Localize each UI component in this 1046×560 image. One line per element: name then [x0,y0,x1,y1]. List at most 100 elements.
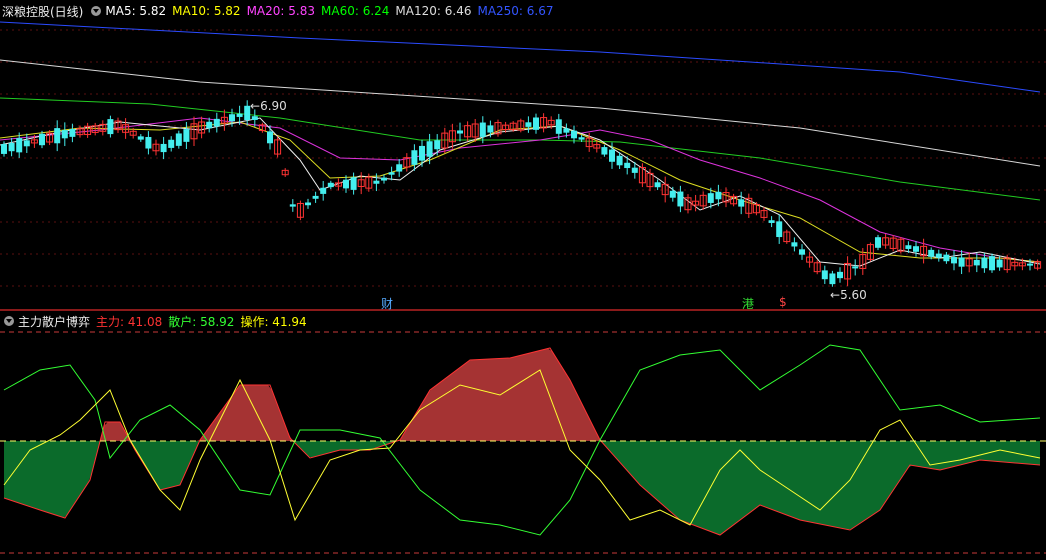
candle-body-down [928,249,935,257]
collapse-toggle-icon[interactable] [4,316,14,326]
candle-body-down [8,142,15,152]
candle-body-down [175,133,182,146]
candle-body-down [373,180,380,184]
candle-body-down [601,147,608,155]
candle-body-down [631,167,638,173]
candle-body-down [69,128,76,137]
candle-body-down [715,191,722,200]
candle-body-down [388,172,395,175]
candle-body-down [229,114,235,122]
ma250-line [0,21,1041,93]
candle-body-down [145,136,152,149]
candle-body-down [555,119,562,134]
candle-body-down [434,140,441,150]
candle-body-down [616,155,623,166]
collapse-toggle-icon[interactable] [91,6,102,16]
candle-body-down [571,130,577,139]
dividend-event-marker[interactable]: $ [779,295,787,309]
candle-body-down [137,136,144,140]
candle-body-down [669,190,676,198]
candle-body-down [951,257,957,264]
candle-body-down [16,138,23,153]
candle-body-down [350,177,357,190]
candle-body-down [609,149,615,162]
candle-body-down [791,242,798,247]
candle-body-down [1027,263,1033,266]
candle-body-down [677,191,684,207]
candle-body-down [875,237,881,248]
ma20-label: MA20: 5.83 [246,4,315,18]
stock-title: 深粮控股(日线) [2,4,84,19]
candle-body-down [39,133,45,146]
candle-body-down [935,253,942,258]
sub-legend: 主力散户博弈 主力: 41.08 散户: 58.92 操作: 41.94 [2,310,313,332]
candle-body-down [996,259,1003,268]
low-price-marker: ←5.60 [830,288,867,302]
ma10-label: MA10: 5.82 [172,4,241,18]
candle-body-down [168,139,175,148]
candle-body-down [958,257,965,267]
candle-body-down [411,150,418,165]
candle-body-down [419,145,425,161]
candle-body-down [396,164,403,172]
candle-body-down [776,221,783,238]
candle-body-down [989,256,995,271]
candle-body-down [707,193,714,203]
candle-body-down [320,187,327,194]
candle-body-down [905,245,912,249]
ma60-label: MA60: 6.24 [321,4,390,18]
candle-body-down [578,137,585,140]
caozuo-label: 操作: 41.94 [240,314,307,329]
candle-body-down [54,128,61,144]
candle-body-down [236,113,243,117]
candle-body-down [107,119,114,135]
candle-body-down [183,129,190,142]
indicator-chart[interactable] [0,310,1046,560]
candle-body-down [305,202,311,206]
zhuli-positive-area [4,348,1040,441]
candle-body-down [487,125,494,133]
zhuli-label: 主力: 41.08 [96,314,163,329]
ma5-label: MA5: 5.82 [105,4,167,18]
candle-body-down [327,182,334,188]
candle-body-down [799,249,805,255]
candle-body-down [654,182,661,188]
candle-body-down [1,144,7,154]
candle-body-down [943,254,950,262]
kline-chart[interactable] [0,0,1046,310]
ma120-label: MA120: 6.46 [395,4,472,18]
indicator-panel[interactable] [0,310,1046,560]
candle-body-down [624,162,631,169]
ma250-label: MA250: 6.67 [477,4,554,18]
main-legend: 深粮控股(日线) MA5: 5.82 MA10: 5.82 MA20: 5.83… [2,0,560,22]
candle-body-down [768,220,775,223]
candle-body-down [160,143,167,153]
zhuli-negative-area [4,441,1040,535]
candle-body-down [23,140,30,147]
kline-panel[interactable] [0,0,1046,310]
candle-body-down [206,121,213,129]
candle-body-down [821,270,828,280]
candle-body-down [267,131,273,144]
candle-body-down [251,116,258,120]
candle-body-down [525,122,532,127]
candle-body-down [829,273,836,285]
candle-body-down [343,179,349,189]
candle-body-down [533,117,539,130]
candle-body-down [479,122,486,137]
candle-body-down [913,246,919,252]
candle-body-down [981,257,988,269]
candle-body-down [457,130,463,134]
hk-event-marker[interactable]: 港 [742,295,754,312]
high-price-marker: ←6.90 [250,99,287,113]
candle-body-down [312,195,319,199]
candle-body-down [213,118,220,127]
indicator-title: 主力散户博弈 [18,314,91,329]
candle-body-down [852,266,859,269]
candle-body-down [381,177,387,181]
finance-event-marker[interactable]: 财 [381,295,393,312]
candle-body-down [837,271,843,279]
candle-body-down [973,259,980,266]
candle-body-down [563,128,570,133]
candle-body-down [738,199,745,207]
